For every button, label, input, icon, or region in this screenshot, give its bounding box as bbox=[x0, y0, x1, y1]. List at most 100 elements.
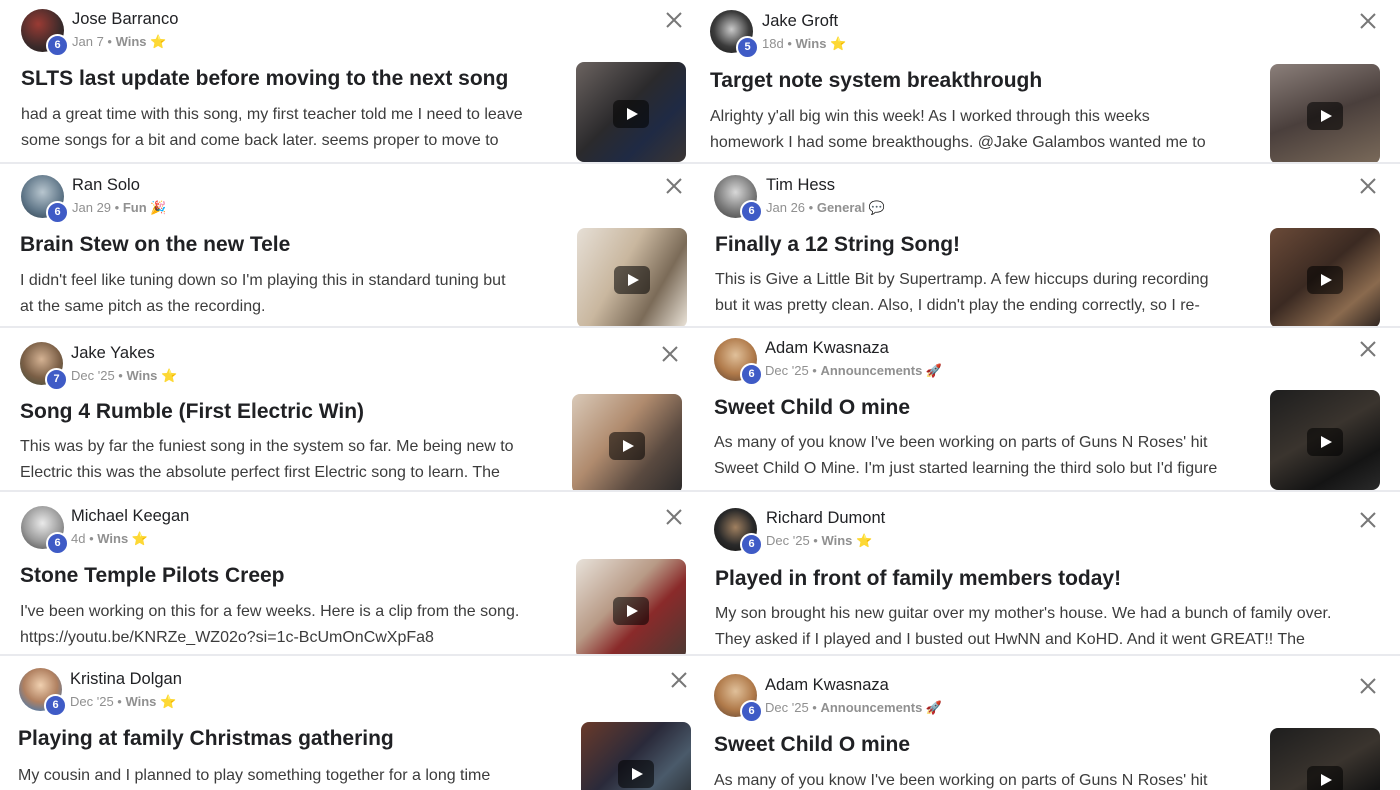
excerpt-line: As many of you know I've been working on… bbox=[714, 772, 1208, 789]
author-name[interactable]: Ran Solo bbox=[72, 176, 140, 195]
post-category[interactable]: Wins bbox=[821, 533, 852, 548]
video-thumbnail[interactable] bbox=[1270, 64, 1380, 162]
post-category[interactable]: Wins bbox=[126, 368, 157, 383]
author-name[interactable]: Jake Groft bbox=[762, 12, 838, 31]
post-card[interactable]: 6 Jose Barranco Jan 7 • Wins ⭐ SLTS last… bbox=[0, 0, 694, 162]
play-icon[interactable] bbox=[1307, 266, 1343, 294]
post-card[interactable]: 6 Adam Kwasnaza Dec '25 • Announcements … bbox=[694, 328, 1400, 490]
rocket-icon: 🚀 bbox=[925, 363, 943, 378]
level-badge: 6 bbox=[740, 363, 763, 386]
post-category[interactable]: Wins bbox=[116, 34, 147, 49]
author-name[interactable]: Michael Keegan bbox=[71, 507, 189, 526]
level-badge: 6 bbox=[740, 700, 763, 723]
star-icon: ⭐ bbox=[856, 533, 873, 548]
play-icon[interactable] bbox=[1307, 428, 1343, 456]
close-icon[interactable] bbox=[664, 176, 684, 196]
post-card[interactable]: 6 Adam Kwasnaza Dec '25 • Announcements … bbox=[694, 656, 1400, 790]
post-excerpt[interactable]: As many of you know I've been working on… bbox=[714, 430, 1254, 482]
post-card[interactable]: 7 Jake Yakes Dec '25 • Wins ⭐ Song 4 Rum… bbox=[0, 328, 694, 490]
post-title[interactable]: Song 4 Rumble (First Electric Win) bbox=[20, 400, 364, 424]
post-category[interactable]: Wins bbox=[125, 694, 156, 709]
post-card[interactable]: 6 Tim Hess Jan 26 • General 💬 Finally a … bbox=[694, 164, 1400, 326]
author-name[interactable]: Adam Kwasnaza bbox=[765, 676, 889, 695]
post-title[interactable]: Played in front of family members today! bbox=[715, 567, 1121, 591]
post-title[interactable]: Brain Stew on the new Tele bbox=[20, 233, 290, 257]
post-excerpt[interactable]: I didn't feel like tuning down so I'm pl… bbox=[20, 268, 560, 320]
post-time: Dec '25 bbox=[765, 363, 809, 378]
post-meta: Dec '25 • Announcements 🚀 bbox=[765, 363, 943, 378]
close-icon[interactable] bbox=[1358, 339, 1378, 359]
post-meta: 18d • Wins ⭐ bbox=[762, 36, 847, 51]
rocket-icon: 🚀 bbox=[925, 700, 943, 715]
post-category[interactable]: Wins bbox=[795, 36, 826, 51]
author-name[interactable]: Jake Yakes bbox=[71, 344, 155, 363]
excerpt-line: at the same pitch as the recording. bbox=[20, 298, 266, 315]
post-meta: Jan 7 • Wins ⭐ bbox=[72, 34, 167, 49]
post-card[interactable]: 6 Ran Solo Jan 29 • Fun 🎉 Brain Stew on … bbox=[0, 164, 694, 326]
level-badge: 6 bbox=[740, 533, 763, 556]
excerpt-line: had a great time with this song, my firs… bbox=[21, 106, 523, 123]
play-icon[interactable] bbox=[609, 432, 645, 460]
play-icon[interactable] bbox=[613, 597, 649, 625]
post-card[interactable]: 5 Jake Groft 18d • Wins ⭐ Target note sy… bbox=[694, 0, 1400, 162]
post-card[interactable]: 6 Kristina Dolgan Dec '25 • Wins ⭐ Playi… bbox=[0, 656, 694, 790]
excerpt-line: homework I had some breakthoughs. @Jake … bbox=[710, 134, 1206, 151]
author-name[interactable]: Kristina Dolgan bbox=[70, 670, 182, 689]
close-icon[interactable] bbox=[664, 507, 684, 527]
video-thumbnail[interactable] bbox=[1270, 390, 1380, 490]
post-category[interactable]: Fun bbox=[123, 200, 147, 215]
post-category[interactable]: General bbox=[817, 200, 865, 215]
post-time: Dec '25 bbox=[765, 700, 809, 715]
play-icon[interactable] bbox=[1307, 102, 1343, 130]
post-meta: Jan 29 • Fun 🎉 bbox=[72, 200, 167, 215]
close-icon[interactable] bbox=[1358, 11, 1378, 31]
post-title[interactable]: Finally a 12 String Song! bbox=[715, 233, 960, 257]
author-name[interactable]: Tim Hess bbox=[766, 176, 835, 195]
post-time: 18d bbox=[762, 36, 784, 51]
play-icon[interactable] bbox=[1307, 766, 1343, 790]
video-thumbnail[interactable] bbox=[581, 722, 691, 790]
post-excerpt[interactable]: This is Give a Little Bit by Supertramp.… bbox=[715, 267, 1255, 319]
post-title[interactable]: SLTS last update before moving to the ne… bbox=[21, 67, 508, 91]
close-icon[interactable] bbox=[664, 10, 684, 30]
video-thumbnail[interactable] bbox=[1270, 228, 1380, 326]
video-thumbnail[interactable] bbox=[1270, 728, 1380, 790]
play-icon[interactable] bbox=[613, 100, 649, 128]
video-thumbnail[interactable] bbox=[572, 394, 682, 490]
post-category[interactable]: Announcements bbox=[820, 363, 922, 378]
play-icon[interactable] bbox=[614, 266, 650, 294]
post-excerpt[interactable]: My cousin and I planned to play somethin… bbox=[18, 763, 558, 790]
post-title[interactable]: Target note system breakthrough bbox=[710, 69, 1042, 93]
post-title[interactable]: Sweet Child O mine bbox=[714, 396, 910, 420]
close-icon[interactable] bbox=[669, 670, 689, 690]
post-time: Jan 7 bbox=[72, 34, 104, 49]
level-badge: 6 bbox=[46, 201, 69, 224]
author-name[interactable]: Jose Barranco bbox=[72, 10, 178, 29]
post-title[interactable]: Sweet Child O mine bbox=[714, 733, 910, 757]
post-excerpt[interactable]: Alrighty y'all big win this week! As I w… bbox=[710, 104, 1250, 156]
post-category[interactable]: Wins bbox=[97, 531, 128, 546]
post-title[interactable]: Playing at family Christmas gathering bbox=[18, 727, 394, 751]
post-excerpt[interactable]: As many of you know I've been working on… bbox=[714, 768, 1254, 790]
post-card[interactable]: 6 Richard Dumont Dec '25 • Wins ⭐ Played… bbox=[694, 492, 1400, 654]
post-card[interactable]: 6 Michael Keegan 4d • Wins ⭐ Stone Templ… bbox=[0, 492, 694, 654]
video-thumbnail[interactable] bbox=[576, 559, 686, 654]
level-badge: 6 bbox=[46, 532, 69, 555]
close-icon[interactable] bbox=[1358, 676, 1378, 696]
post-excerpt[interactable]: had a great time with this song, my firs… bbox=[21, 102, 561, 154]
close-icon[interactable] bbox=[1358, 510, 1378, 530]
play-icon[interactable] bbox=[618, 760, 654, 788]
close-icon[interactable] bbox=[1358, 176, 1378, 196]
post-title[interactable]: Stone Temple Pilots Creep bbox=[20, 564, 285, 588]
post-excerpt[interactable]: I've been working on this for a few week… bbox=[20, 599, 560, 651]
post-category[interactable]: Announcements bbox=[820, 700, 922, 715]
author-name[interactable]: Richard Dumont bbox=[766, 509, 885, 528]
close-icon[interactable] bbox=[660, 344, 680, 364]
post-excerpt[interactable]: This was by far the funiest song in the … bbox=[20, 434, 560, 486]
author-name[interactable]: Adam Kwasnaza bbox=[765, 339, 889, 358]
level-badge: 6 bbox=[44, 694, 67, 717]
video-thumbnail[interactable] bbox=[576, 62, 686, 162]
excerpt-line: As many of you know I've been working on… bbox=[714, 434, 1208, 451]
video-thumbnail[interactable] bbox=[577, 228, 687, 326]
post-excerpt[interactable]: My son brought his new guitar over my mo… bbox=[715, 601, 1375, 653]
